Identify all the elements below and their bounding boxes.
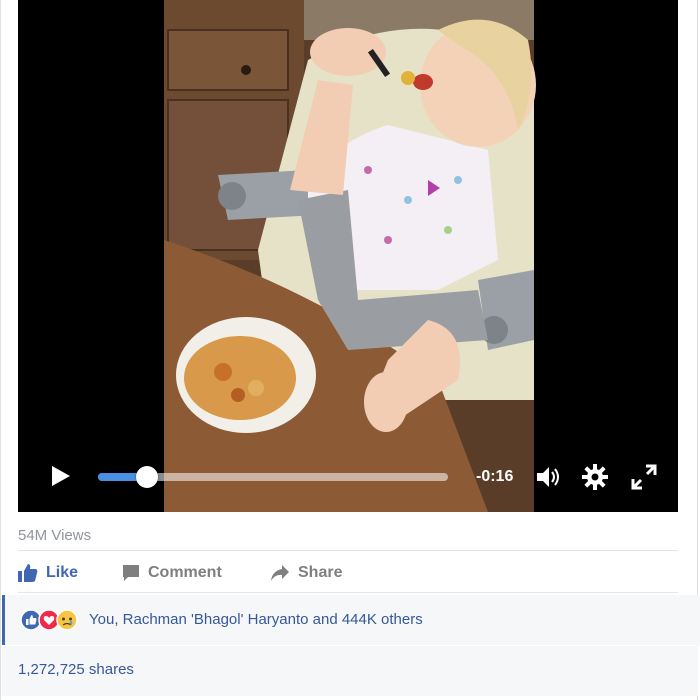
share-label: Share	[298, 564, 343, 581]
play-icon[interactable]	[48, 464, 72, 488]
fullscreen-icon[interactable]	[629, 462, 659, 492]
view-count: 54M Views	[18, 527, 92, 544]
reaction-icons[interactable]	[20, 609, 90, 631]
share-button[interactable]: Share	[270, 558, 342, 588]
sad-reaction-icon	[56, 609, 78, 631]
love-reaction-icon	[38, 609, 60, 631]
card-border-left	[0, 0, 1, 700]
settings-gear-icon[interactable]	[580, 462, 610, 492]
thumbs-up-icon	[18, 564, 38, 582]
volume-icon[interactable]	[534, 462, 564, 492]
time-remaining: -0:16	[476, 468, 514, 485]
like-reaction-icon	[20, 609, 42, 631]
video-player[interactable]: -0:16	[18, 0, 678, 512]
comment-icon	[123, 565, 139, 581]
like-label: Like	[46, 564, 79, 581]
like-button[interactable]: Like	[18, 558, 78, 588]
video-controls-bar: -0:16	[18, 440, 678, 512]
share-arrow-icon	[271, 565, 289, 581]
divider	[18, 592, 678, 593]
video-frame	[164, 0, 536, 512]
post-actions-bar: Like Comment Share	[18, 558, 678, 588]
reactions-summary: You, Rachman 'Bhagol' Haryanto and 444K …	[2, 595, 700, 645]
comment-button[interactable]: Comment	[122, 558, 222, 588]
video-post-card: -0:16 54M Views Like Comment Share You, …	[0, 0, 700, 700]
shares-summary: 1,272,725 shares	[2, 646, 698, 696]
reactions-text[interactable]: You, Rachman 'Bhagol' Haryanto and 444K …	[89, 611, 423, 628]
divider	[18, 550, 678, 551]
shares-count[interactable]: 1,272,725 shares	[18, 661, 134, 678]
progress-handle[interactable]	[136, 466, 158, 488]
comment-label: Comment	[148, 564, 222, 581]
progress-slider[interactable]	[98, 466, 448, 488]
